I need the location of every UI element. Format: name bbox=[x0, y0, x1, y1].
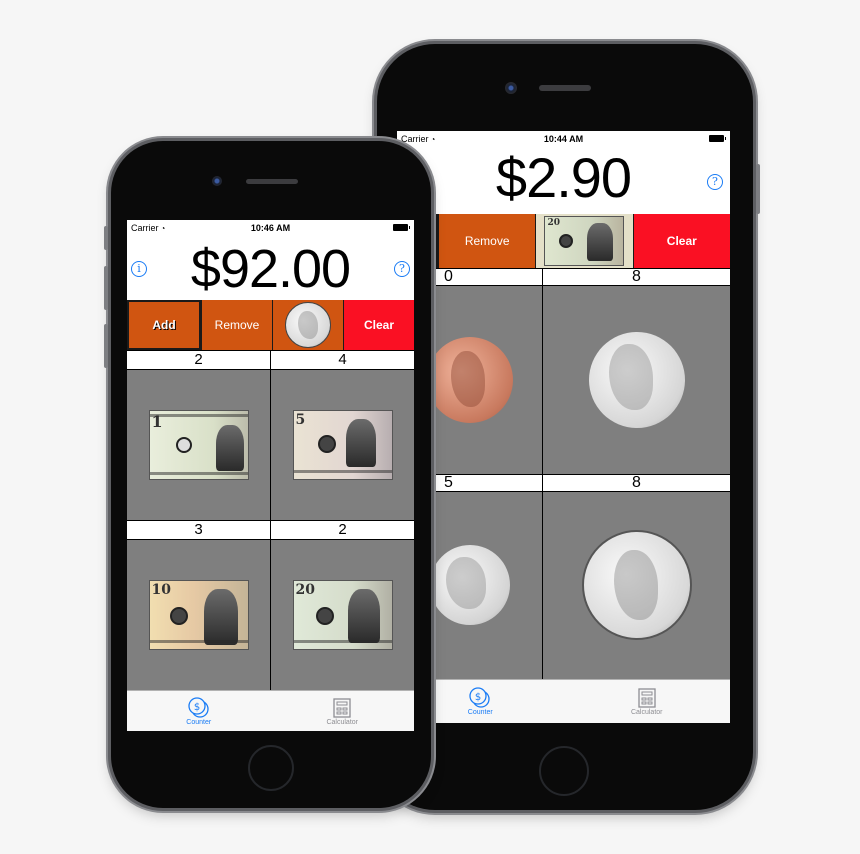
one-dollar-bill-icon: 1 bbox=[148, 410, 249, 480]
tab-bar: $ Counter Calculator bbox=[397, 679, 730, 723]
denomination-cell-one-dollar[interactable]: 2 1 bbox=[127, 350, 270, 520]
tab-label: Calculator bbox=[326, 718, 358, 726]
front-camera bbox=[212, 176, 222, 186]
status-time: 10:46 AM bbox=[250, 223, 291, 233]
bill-area: 1 bbox=[127, 370, 270, 520]
denomination-cell-five-dollar[interactable]: 4 5 bbox=[271, 350, 414, 520]
denomination-cell-ten-dollar[interactable]: 3 10 bbox=[127, 520, 270, 690]
tab-label: Counter bbox=[186, 718, 212, 726]
add-button[interactable]: Add bbox=[127, 300, 201, 350]
count-label: 8 bbox=[543, 473, 730, 492]
battery-icon bbox=[393, 224, 410, 231]
mute-switch bbox=[104, 226, 108, 250]
coin-area bbox=[543, 492, 730, 680]
tab-label: Counter bbox=[467, 709, 493, 716]
bill-value-label: 20 bbox=[295, 582, 315, 598]
earpiece-speaker bbox=[539, 85, 591, 91]
clear-button[interactable]: Clear bbox=[343, 300, 414, 350]
quarter-icon bbox=[581, 530, 692, 641]
svg-text:$: $ bbox=[475, 692, 481, 703]
home-button[interactable] bbox=[539, 746, 589, 796]
denomination-cell-twenty-dollar[interactable]: 2 20 bbox=[271, 520, 414, 690]
battery-icon bbox=[709, 135, 726, 142]
back-phone-screen: Carrier◔ 10:44 AM $2.90 ? Add Remove 20 … bbox=[397, 131, 730, 723]
nickel-icon bbox=[588, 331, 685, 428]
action-row: Add Remove Clear bbox=[127, 300, 414, 350]
earpiece-speaker bbox=[246, 179, 298, 184]
bill-value-label: 10 bbox=[151, 582, 171, 598]
denomination-grid: 0 8 5 8 bbox=[397, 268, 730, 679]
calculator-icon bbox=[333, 697, 351, 718]
remove-button[interactable]: Remove bbox=[201, 300, 272, 350]
help-icon[interactable]: ? bbox=[707, 174, 723, 190]
back-phone: Carrier◔ 10:44 AM $2.90 ? Add Remove 20 … bbox=[377, 44, 760, 810]
front-phone: Carrier ◔ 10:46 AM i $92.00 ? Add Remove … bbox=[104, 141, 431, 808]
power-button bbox=[756, 164, 760, 214]
twenty-dollar-bill-icon: 20 bbox=[544, 216, 625, 266]
denomination-grid: 2 1 4 5 3 10 2 20 bbox=[127, 350, 414, 690]
status-time: 10:44 AM bbox=[543, 134, 584, 144]
calculator-icon bbox=[638, 688, 656, 708]
svg-text:$: $ bbox=[194, 702, 200, 713]
selected-denomination-button[interactable]: 20 bbox=[535, 214, 633, 268]
tab-calculator[interactable]: Calculator bbox=[271, 691, 415, 731]
volume-up-button bbox=[104, 266, 108, 310]
dime-icon bbox=[429, 545, 510, 626]
coin-area bbox=[543, 286, 730, 474]
home-button[interactable] bbox=[248, 745, 294, 791]
tab-label: Calculator bbox=[630, 709, 663, 716]
count-label: 4 bbox=[271, 350, 414, 370]
coins-icon: $ bbox=[469, 687, 490, 708]
remove-button[interactable]: Remove bbox=[438, 214, 536, 268]
action-row: Add Remove 20 Clear bbox=[397, 214, 730, 268]
total-amount: $92.00 bbox=[190, 239, 351, 299]
bill-area: 5 bbox=[271, 370, 414, 520]
penny-icon bbox=[426, 336, 513, 423]
help-icon[interactable]: ? bbox=[394, 261, 410, 277]
ten-dollar-bill-icon: 10 bbox=[148, 580, 249, 650]
volume-down-button bbox=[104, 324, 108, 368]
count-label: 2 bbox=[127, 350, 270, 370]
count-label: 2 bbox=[271, 520, 414, 540]
five-dollar-bill-icon: 5 bbox=[292, 410, 393, 480]
clear-button[interactable]: Clear bbox=[632, 214, 730, 268]
selected-denomination-button[interactable] bbox=[272, 300, 343, 350]
front-camera bbox=[505, 82, 517, 94]
front-phone-screen: Carrier ◔ 10:46 AM i $92.00 ? Add Remove … bbox=[127, 220, 414, 731]
count-label: 8 bbox=[543, 268, 730, 286]
bill-area: 10 bbox=[127, 540, 270, 690]
total-amount: $2.90 bbox=[495, 146, 632, 209]
marketing-stage: Carrier◔ 10:44 AM $2.90 ? Add Remove 20 … bbox=[0, 0, 860, 854]
quarter-icon bbox=[285, 302, 331, 348]
tab-counter[interactable]: $ Counter bbox=[127, 691, 271, 731]
tab-bar: $ Counter Calculator bbox=[127, 690, 414, 731]
tab-calculator[interactable]: Calculator bbox=[564, 680, 731, 723]
count-label: 3 bbox=[127, 520, 270, 540]
twenty-dollar-bill-icon: 20 bbox=[292, 580, 393, 650]
bill-value-label: 5 bbox=[295, 412, 306, 428]
denomination-cell-quarter[interactable]: 8 bbox=[543, 473, 730, 680]
denomination-cell-nickel[interactable]: 8 bbox=[543, 268, 730, 474]
coins-icon: $ bbox=[188, 696, 209, 718]
bill-area: 20 bbox=[271, 540, 414, 690]
status-bar: Carrier ◔ 10:46 AM bbox=[127, 220, 414, 236]
